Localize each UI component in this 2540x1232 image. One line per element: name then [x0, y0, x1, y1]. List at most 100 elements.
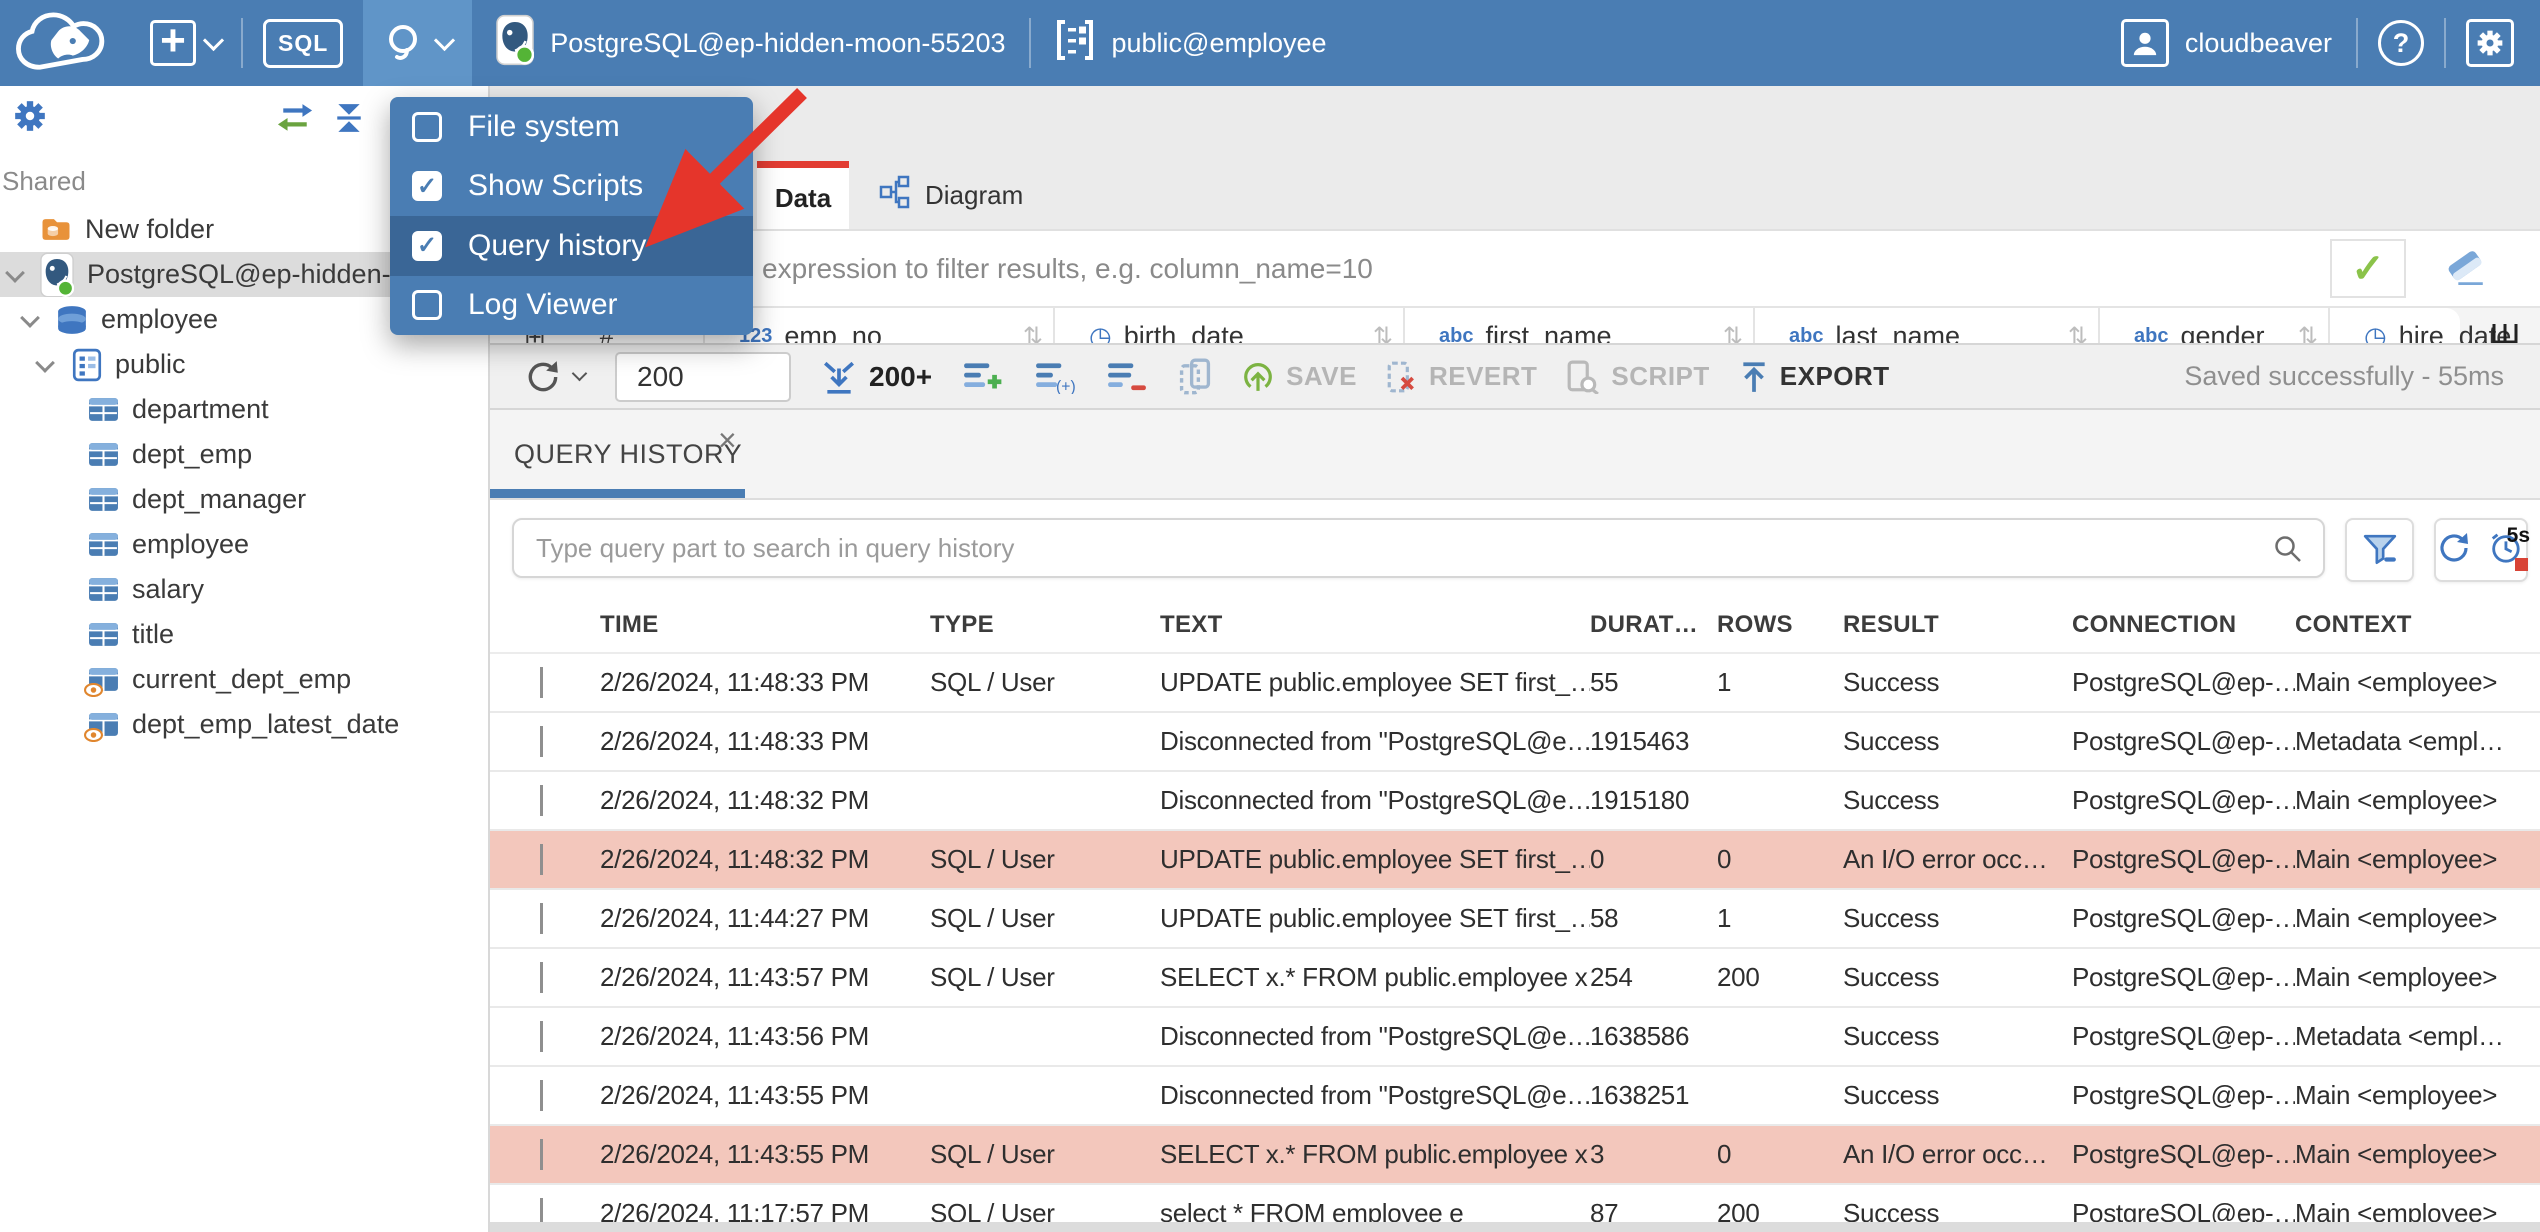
qh-column-header-connection[interactable]: CONNECTION	[2072, 611, 2295, 639]
tree-item-dept-emp[interactable]: dept_emp	[0, 432, 488, 477]
qh-column-header-context[interactable]: CONTEXT	[2295, 611, 2540, 639]
row-expander-cell[interactable]	[540, 1021, 600, 1052]
qh-column-header-text[interactable]: TEXT	[1160, 611, 1590, 639]
tree-item-employee[interactable]: employee	[0, 522, 488, 567]
row-expander-cell[interactable]	[540, 903, 600, 934]
close-icon[interactable]: ×	[718, 424, 737, 456]
expander-chevron-icon[interactable]	[35, 353, 55, 373]
sidebar-settings-gear-icon[interactable]	[12, 98, 48, 139]
sort-icon[interactable]: ⇅	[1723, 322, 1743, 344]
checkbox-checked-icon[interactable]: ✓	[412, 230, 442, 261]
grid-column-header-first_name[interactable]: abc first_name ⇅	[1405, 308, 1755, 343]
menu-item-query-history[interactable]: ✓ Query history	[390, 216, 753, 276]
query-history-row[interactable]: 2/26/2024, 11:43:56 PM Disconnected from …	[490, 1008, 2540, 1067]
row-expander-chevron-icon[interactable]	[540, 1139, 543, 1170]
filter-expression-input[interactable]	[490, 231, 2540, 306]
menu-item-log-viewer[interactable]: Log Viewer	[390, 276, 753, 336]
query-history-row[interactable]: 2/26/2024, 11:48:32 PM SQL / User UPDATE p…	[490, 831, 2540, 890]
row-expander-cell[interactable]	[540, 1139, 600, 1170]
grid-column-header-birth_date[interactable]: ◷ birth_date ⇅	[1055, 308, 1405, 343]
qh-column-header-result[interactable]: RESULT	[1843, 611, 2072, 639]
row-expander-chevron-icon[interactable]	[540, 726, 543, 757]
query-history-row[interactable]: 2/26/2024, 11:44:27 PM SQL / User UPDATE p…	[490, 890, 2540, 949]
fetch-more-button[interactable]: 200+	[821, 359, 932, 395]
menu-item-show-scripts[interactable]: ✓ Show Scripts	[390, 157, 753, 217]
grid-column-header-last_name[interactable]: abc last_name ⇅	[1755, 308, 2100, 343]
row-expander-cell[interactable]	[540, 726, 600, 757]
sort-icon[interactable]: ⇅	[1373, 322, 1393, 344]
query-history-row[interactable]: 2/26/2024, 11:43:55 PM Disconnected from …	[490, 1067, 2540, 1126]
tab-query-history[interactable]: QUERY HISTORY	[490, 410, 745, 498]
qh-column-header-rows[interactable]: ROWS	[1717, 611, 1843, 639]
connection-selector[interactable]: PostgreSQL@ep-hidden-moon-55203	[472, 0, 1029, 86]
tree-item-current-dept-emp[interactable]: current_dept_emp	[0, 657, 488, 702]
checkbox-unchecked-icon[interactable]	[412, 290, 442, 321]
export-button[interactable]: EXPORT	[1740, 361, 1890, 393]
sort-icon[interactable]: ⇅	[1023, 322, 1043, 344]
row-expander-chevron-icon[interactable]	[540, 844, 543, 875]
sync-selection-icon[interactable]	[276, 102, 314, 139]
tools-menu-button[interactable]	[363, 0, 473, 86]
query-history-row[interactable]: 2/26/2024, 11:43:57 PM SQL / User SELECT x…	[490, 949, 2540, 1008]
apply-filter-button[interactable]: ✓	[2330, 239, 2406, 298]
new-connection-button[interactable]: +	[130, 0, 241, 86]
eraser-icon[interactable]	[2442, 247, 2488, 292]
auto-refresh-timer-icon[interactable]: 5s	[2488, 524, 2530, 571]
qh-column-header-type[interactable]: TYPE	[930, 611, 1160, 639]
row-expander-cell[interactable]	[540, 1080, 600, 1111]
tab-data[interactable]: Data	[757, 161, 849, 229]
filter-history-button[interactable]	[2345, 518, 2414, 582]
add-row-button[interactable]	[962, 360, 1004, 394]
qh-column-header-durat[interactable]: DURAT…	[1590, 611, 1717, 639]
tree-item-department[interactable]: department	[0, 387, 488, 432]
query-history-search-input[interactable]	[512, 518, 2325, 578]
row-expander-chevron-icon[interactable]	[540, 1021, 543, 1052]
row-expander-cell[interactable]	[540, 844, 600, 875]
query-history-row[interactable]: 2/26/2024, 11:48:32 PM Disconnected from …	[490, 772, 2540, 831]
collapse-all-icon[interactable]	[332, 102, 366, 139]
tree-item-public[interactable]: public	[0, 342, 488, 387]
save-button[interactable]: SAVE	[1242, 361, 1357, 393]
row-expander-cell[interactable]	[540, 962, 600, 993]
row-expander-cell[interactable]	[540, 785, 600, 816]
row-expander-chevron-icon[interactable]	[540, 1080, 543, 1111]
refresh-button[interactable]	[524, 358, 588, 396]
horizontal-scrollbar[interactable]	[490, 1222, 2540, 1232]
row-expander-cell[interactable]	[540, 667, 600, 698]
settings-button[interactable]	[2446, 0, 2540, 86]
expander-chevron-icon[interactable]	[20, 308, 40, 328]
apply-changes-button[interactable]	[1178, 358, 1212, 396]
query-history-row[interactable]: 2/26/2024, 11:48:33 PM Disconnected from …	[490, 713, 2540, 772]
sort-icon[interactable]: ⇅	[2068, 322, 2088, 344]
user-menu[interactable]: cloudbeaver	[2097, 19, 2356, 67]
refresh-history-icon[interactable]	[2436, 530, 2472, 571]
columns-icon[interactable]	[2492, 322, 2518, 343]
delete-row-button[interactable]	[1106, 360, 1148, 394]
qh-column-header-time[interactable]: TIME	[600, 611, 930, 639]
schema-selector[interactable]: public@employee	[1031, 0, 1350, 86]
sql-editor-button[interactable]: SQL	[243, 0, 363, 86]
tree-item-salary[interactable]: salary	[0, 567, 488, 612]
checkbox-unchecked-icon[interactable]	[412, 111, 442, 142]
query-history-row[interactable]: 2/26/2024, 11:48:33 PM SQL / User UPDATE p…	[490, 654, 2540, 713]
row-expander-chevron-icon[interactable]	[540, 962, 543, 993]
tree-item-title[interactable]: title	[0, 612, 488, 657]
expander-chevron-icon[interactable]	[5, 263, 25, 283]
tab-diagram[interactable]: Diagram	[849, 161, 1053, 229]
cloudbeaver-logo-icon[interactable]	[0, 11, 130, 75]
revert-button[interactable]: REVERT	[1387, 360, 1537, 394]
row-expander-chevron-icon[interactable]	[540, 785, 543, 816]
checkbox-checked-icon[interactable]: ✓	[412, 171, 442, 202]
tree-item-dept-emp-latest-date[interactable]: dept_emp_latest_date	[0, 702, 488, 747]
tree-item-dept-manager[interactable]: dept_manager	[0, 477, 488, 522]
row-limit-input[interactable]	[615, 351, 791, 402]
row-expander-chevron-icon[interactable]	[540, 667, 543, 698]
grid-column-header-gender[interactable]: abc gender ⇅	[2100, 308, 2330, 343]
duplicate-row-button[interactable]: (+)	[1034, 360, 1076, 394]
query-history-row[interactable]: 2/26/2024, 11:43:55 PM SQL / User SELECT x…	[490, 1126, 2540, 1185]
row-expander-chevron-icon[interactable]	[540, 903, 543, 934]
help-button[interactable]: ?	[2358, 0, 2444, 86]
grid-column-header-emp_no[interactable]: 123 emp_no ⇅	[705, 308, 1055, 343]
script-button[interactable]: SCRIPT	[1567, 360, 1709, 394]
menu-item-file-system[interactable]: File system	[390, 97, 753, 157]
